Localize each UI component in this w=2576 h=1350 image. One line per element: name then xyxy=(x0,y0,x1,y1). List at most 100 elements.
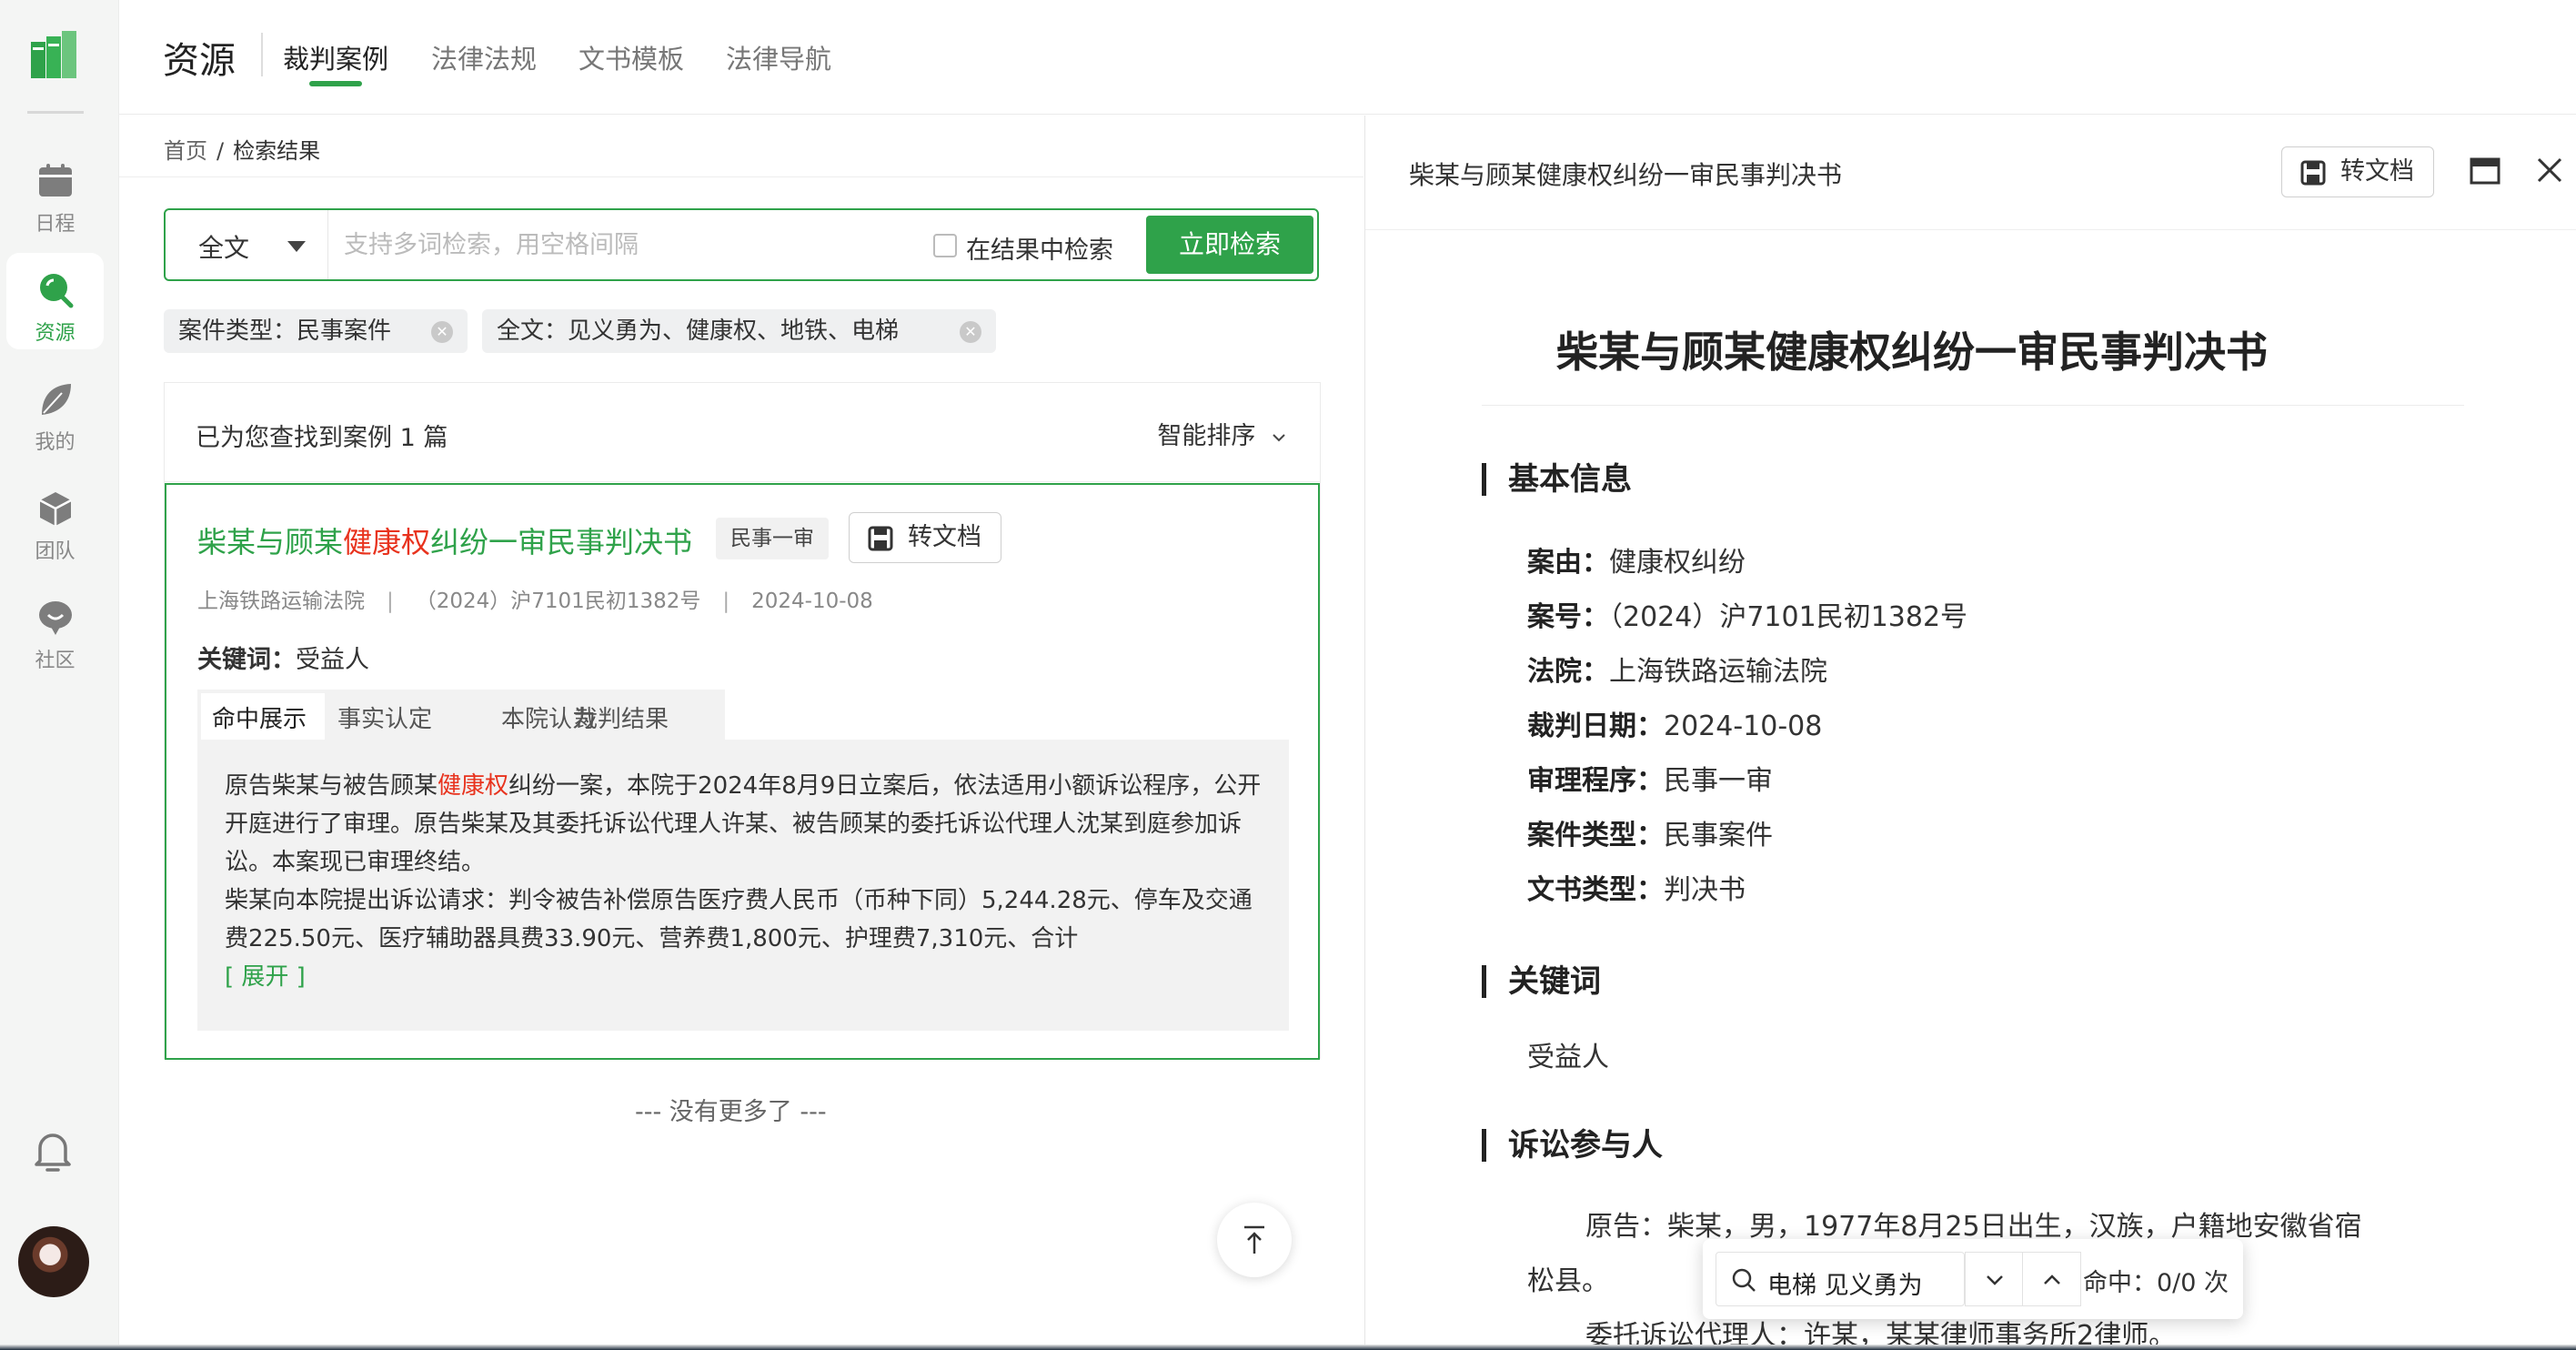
field-label: 案号： xyxy=(1527,601,1609,633)
hit-excerpt: 原告柴某与被告顾某健康权纠纷一案，本院于2024年8月9日立案后，依法适用小额诉… xyxy=(197,740,1289,1031)
content-tabs: 命中展示 事实认定 本院认为 裁判结果 xyxy=(197,690,725,740)
close-icon[interactable] xyxy=(2535,156,2564,185)
find-prev-button[interactable] xyxy=(2023,1252,2081,1306)
active-tab-indicator xyxy=(309,81,362,86)
search-within-results-checkbox[interactable] xyxy=(933,234,957,257)
result-meta: 上海铁路运输法院 | （2024）沪7101民初1382号 | 2024-10-08 xyxy=(197,583,873,614)
tab-cases[interactable]: 裁判案例 xyxy=(283,38,388,76)
rail-item-mine[interactable]: 我的 xyxy=(6,362,104,458)
convert-document-button[interactable]: 转文档 xyxy=(849,512,1001,563)
search-within-results-label[interactable]: 在结果中检索 xyxy=(966,230,1113,266)
leaf-icon xyxy=(41,384,71,415)
rail-divider xyxy=(27,111,84,114)
tab-judgment-result[interactable]: 裁判结果 xyxy=(574,700,669,734)
field-label: 文书类型： xyxy=(1527,874,1664,906)
rail-item-team[interactable]: 团队 xyxy=(6,471,104,568)
tab-fact-finding[interactable]: 事实认定 xyxy=(337,700,432,734)
excerpt-text: 原告柴某与被告顾某 xyxy=(225,772,438,800)
excerpt-highlight: 健康权 xyxy=(438,772,509,800)
close-icon[interactable]: ✕ xyxy=(431,321,453,343)
field-value: （2024）沪7101民初1382号 xyxy=(1609,601,1968,633)
field-case-type: 案件类型：民事案件 xyxy=(1527,812,1773,852)
breadcrumb-current: 检索结果 xyxy=(233,138,321,164)
section-keywords: 关键词 xyxy=(1482,965,1601,998)
search-bar: 全文 在结果中检索 立即检索 xyxy=(164,208,1319,281)
app-window: 日程 资源 我的 团队 社区 资源 裁判案例 法律法规 文书模板 法律导航 首页… xyxy=(0,0,2576,1350)
breadcrumb-home[interactable]: 首页 xyxy=(164,138,207,164)
header-divider xyxy=(261,33,263,76)
result-title-link[interactable]: 柴某与顾某健康权纠纷一审民事判决书 xyxy=(197,519,692,561)
party-plaintiff-cont: 松县。 xyxy=(1527,1265,1609,1297)
meta-separator: | xyxy=(387,589,394,613)
search-button[interactable]: 立即检索 xyxy=(1146,216,1313,274)
chevron-up-icon xyxy=(2044,1274,2060,1285)
rail-item-label: 日程 xyxy=(35,213,75,236)
app-logo-icon[interactable] xyxy=(27,29,80,82)
top-header: 资源 裁判案例 法律法规 文书模板 法律导航 xyxy=(119,0,2576,115)
filter-chip-case-type: 案件类型：民事案件 ✕ xyxy=(164,309,468,353)
convert-document-button[interactable]: 转文档 xyxy=(2281,146,2434,197)
save-icon xyxy=(2300,160,2326,186)
find-in-page-bar: 电梯 见义勇为 命中：0/0 次 xyxy=(1703,1239,2243,1319)
field-label: 审理程序： xyxy=(1527,765,1664,797)
maximize-window-icon[interactable] xyxy=(2470,157,2501,185)
chat-bubble-icon xyxy=(38,601,72,635)
convert-document-label: 转文档 xyxy=(2340,157,2414,186)
section-parties: 诉讼参与人 xyxy=(1482,1129,1663,1162)
tab-hit-display[interactable]: 命中展示 xyxy=(212,700,307,734)
filter-chip-fulltext: 全文：见义勇为、健康权、地铁、电梯 ✕ xyxy=(482,309,996,353)
keyword-value: 受益人 xyxy=(1527,1042,1609,1073)
field-label: 案由： xyxy=(1527,547,1609,579)
rail-item-resources[interactable]: 资源 xyxy=(6,253,104,349)
search-divider xyxy=(327,210,328,279)
cube-icon xyxy=(38,492,72,526)
chevron-down-icon xyxy=(1273,434,1285,442)
find-match-count: 命中：0/0 次 xyxy=(2083,1269,2229,1297)
tab-laws[interactable]: 法律法规 xyxy=(431,38,537,76)
user-avatar[interactable] xyxy=(18,1226,89,1297)
search-input[interactable] xyxy=(344,223,890,267)
search-icon xyxy=(39,274,73,308)
result-card[interactable]: 柴某与顾某健康权纠纷一审民事判决书 民事一审 转文档 上海铁路运输法院 | （202… xyxy=(165,483,1320,1060)
expand-link[interactable]: [ 展开 ] xyxy=(225,958,1262,996)
document-title-divider xyxy=(1482,405,2464,406)
rail-item-schedule[interactable]: 日程 xyxy=(6,144,104,240)
find-next-button[interactable] xyxy=(1965,1252,2023,1306)
court-name: 上海铁路运输法院 xyxy=(197,589,365,613)
trial-level-badge: 民事一审 xyxy=(716,518,829,559)
field-value: 上海铁路运输法院 xyxy=(1609,656,1827,688)
field-case-number: 案号：（2024）沪7101民初1382号 xyxy=(1527,594,1967,634)
breadcrumb-separator: / xyxy=(216,138,225,164)
back-to-top-button[interactable] xyxy=(1217,1203,1292,1277)
arrow-up-to-top-icon xyxy=(1244,1225,1264,1254)
caret-down-icon[interactable] xyxy=(287,241,306,252)
rail-item-community[interactable]: 社区 xyxy=(6,580,104,677)
field-label: 案件类型： xyxy=(1527,820,1664,851)
field-judgment-date: 裁判日期：2024-10-08 xyxy=(1527,703,1822,743)
search-scope-select[interactable]: 全文 xyxy=(198,228,249,265)
find-input[interactable]: 电梯 见义勇为 xyxy=(1716,1252,1965,1306)
party-plaintiff: 原告：柴某，男，1977年8月25日出生，汉族，户籍地安徽省宿 xyxy=(1585,1211,2362,1243)
tab-templates[interactable]: 文书模板 xyxy=(579,38,684,76)
sort-dropdown[interactable]: 智能排序 xyxy=(1157,416,1287,451)
window-bottom-edge xyxy=(0,1345,2576,1350)
bell-icon[interactable] xyxy=(31,1128,75,1175)
find-query: 电梯 见义勇为 xyxy=(1767,1272,1923,1300)
close-icon[interactable]: ✕ xyxy=(960,321,981,343)
filter-chip-label: 案件类型：民事案件 xyxy=(178,317,392,345)
left-nav-rail: 日程 资源 我的 团队 社区 xyxy=(0,0,119,1350)
search-icon xyxy=(1732,1268,1756,1292)
rail-item-label: 资源 xyxy=(35,322,75,345)
tab-legal-nav[interactable]: 法律导航 xyxy=(726,38,831,76)
field-value: 民事案件 xyxy=(1664,820,1773,851)
results-divider xyxy=(165,481,1320,482)
field-court: 法院：上海铁路运输法院 xyxy=(1527,649,1827,689)
case-number: （2024）沪7101民初1382号 xyxy=(415,589,701,613)
document-title: 柴某与顾某健康权纠纷一审民事判决书 xyxy=(1556,327,2268,377)
chevron-down-icon xyxy=(1987,1275,2003,1285)
field-label: 裁判日期： xyxy=(1527,710,1664,742)
rail-item-label: 社区 xyxy=(35,650,75,672)
field-label: 法院： xyxy=(1527,656,1609,688)
result-keywords: 关键词：受益人 xyxy=(197,640,369,675)
calendar-icon xyxy=(38,164,72,196)
